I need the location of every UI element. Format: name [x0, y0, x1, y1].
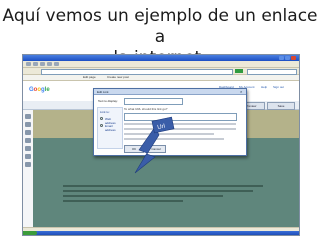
ok-button[interactable]: OK [124, 145, 144, 153]
tab-create-post[interactable]: Create new post [107, 75, 129, 80]
home-icon[interactable] [54, 62, 59, 66]
browser-toolbar [23, 61, 299, 68]
close-window-button[interactable] [291, 56, 296, 60]
italic-icon[interactable] [25, 122, 31, 127]
google-logo: Google [29, 87, 50, 93]
slide-title-line-1: Aquí vemos un ejemplo de un enlace a [2, 6, 318, 47]
forward-icon[interactable] [33, 62, 38, 66]
sign-out-link[interactable]: Sign out [273, 85, 284, 89]
link-icon[interactable] [25, 130, 31, 135]
url-prompt: To what URL should this link go? [124, 107, 168, 111]
edit-link-dialog: Edit Link × Text to display: Link to: We… [93, 88, 247, 156]
close-icon[interactable]: × [240, 90, 244, 94]
web-address-radio[interactable] [100, 117, 103, 120]
url-input[interactable] [124, 113, 237, 121]
minimize-button[interactable] [279, 56, 284, 60]
address-bar [23, 68, 299, 75]
email-address-option[interactable]: Email address [105, 124, 122, 132]
stop-icon[interactable] [40, 62, 45, 66]
text-to-display-label: Text to display: [98, 99, 118, 103]
refresh-icon[interactable] [47, 62, 52, 66]
maximize-button[interactable] [285, 56, 290, 60]
help-link[interactable]: Help [261, 85, 267, 89]
email-address-radio[interactable] [100, 124, 103, 127]
dialog-title: Edit Link [94, 89, 246, 95]
go-button[interactable] [235, 69, 243, 73]
text-to-display-input[interactable] [124, 98, 183, 105]
post-text [63, 185, 263, 205]
save-button[interactable]: Save [267, 102, 295, 110]
link-type-panel: Link to: Web address Email address [97, 107, 123, 149]
help-text [124, 123, 236, 143]
cancel-button[interactable]: Cancel [146, 145, 166, 153]
tab-edit-page[interactable]: Edit page [83, 75, 96, 80]
browser-screenshot: Edit page Create new post Google Dashboa… [22, 54, 300, 236]
video-icon[interactable] [25, 162, 31, 167]
align-icon[interactable] [25, 138, 31, 143]
link-to-label: Link to: [100, 110, 110, 114]
list-icon[interactable] [25, 146, 31, 151]
back-icon[interactable] [26, 62, 31, 66]
start-button[interactable] [23, 231, 37, 235]
image-icon[interactable] [25, 154, 31, 159]
taskbar [23, 231, 299, 235]
bold-icon[interactable] [25, 114, 31, 119]
